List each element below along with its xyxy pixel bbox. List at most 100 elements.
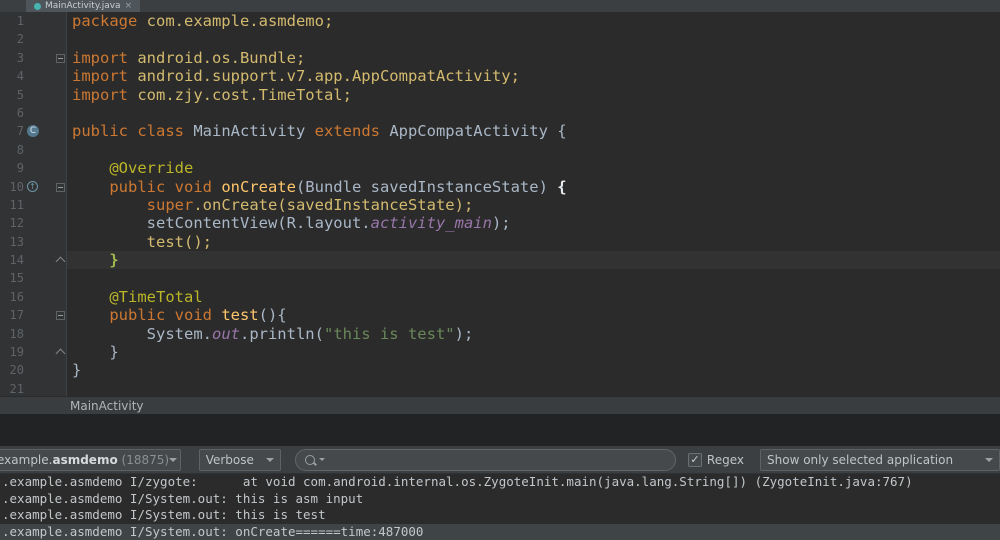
tab-mainactivity-java[interactable]: MainActivity.java ×	[26, 0, 140, 12]
editor-line[interactable]: 15	[0, 269, 1000, 287]
line-number: 11	[0, 196, 24, 214]
code-text: package com.example.asmdemo;	[67, 12, 1000, 30]
editor-line[interactable]: 13 test();	[0, 233, 1000, 251]
editor-tab-bar: MainActivity.java ×	[0, 0, 1000, 12]
editor-line[interactable]: 14 }	[0, 251, 1000, 269]
editor-line[interactable]: 4import android.support.v7.app.AppCompat…	[0, 67, 1000, 85]
editor-gutter[interactable]: 4	[0, 67, 67, 85]
process-filter-dropdown[interactable]: example.asmdemo (18875)	[0, 449, 181, 471]
editor-gutter[interactable]: 10↑	[0, 178, 67, 196]
editor-lines: 1package com.example.asmdemo;23import an…	[0, 12, 1000, 396]
code-text: super.onCreate(savedInstanceState);	[67, 196, 1000, 214]
editor-gutter[interactable]: 15	[0, 269, 67, 287]
code-text: }	[67, 251, 1000, 269]
code-editor[interactable]: 1package com.example.asmdemo;23import an…	[0, 12, 1000, 396]
fold-expand-icon[interactable]	[56, 349, 66, 359]
line-number: 14	[0, 251, 24, 269]
editor-gutter[interactable]: 8	[0, 141, 67, 159]
editor-line[interactable]: 18 System.out.println("this is test");	[0, 325, 1000, 343]
editor-gutter[interactable]: 13	[0, 233, 67, 251]
regex-label: Regex	[707, 453, 744, 467]
editor-line[interactable]: 19 }	[0, 343, 1000, 361]
editor-gutter[interactable]: 14	[0, 251, 67, 269]
editor-line[interactable]: 5import com.zjy.cost.TimeTotal;	[0, 86, 1000, 104]
editor-gutter[interactable]: 11	[0, 196, 67, 214]
editor-line[interactable]: 8	[0, 141, 1000, 159]
editor-gutter[interactable]: 18	[0, 325, 67, 343]
editor-gutter[interactable]: 12	[0, 214, 67, 232]
editor-line[interactable]: 12 setContentView(R.layout.activity_main…	[0, 214, 1000, 232]
line-number: 12	[0, 214, 24, 232]
editor-gutter[interactable]: 5	[0, 86, 67, 104]
search-history-chevron-icon[interactable]	[319, 458, 325, 461]
log-line[interactable]: .example.asmdemo I/System.out: this is t…	[0, 507, 1000, 524]
logcat-toolbar: example.asmdemo (18875) Verbose ✓ Regex …	[0, 446, 1000, 474]
java-class-file-icon	[34, 3, 41, 10]
line-number: 8	[0, 141, 24, 159]
editor-line[interactable]: 6	[0, 104, 1000, 122]
log-line[interactable]: .example.asmdemo I/System.out: this is a…	[0, 491, 1000, 508]
code-text: @TimeTotal	[67, 288, 1000, 306]
editor-gutter[interactable]: 20	[0, 361, 67, 379]
editor-gutter[interactable]: 3	[0, 49, 67, 67]
editor-gutter[interactable]: 21	[0, 380, 67, 396]
code-text: import android.support.v7.app.AppCompatA…	[67, 67, 1000, 85]
logcat-search-field[interactable]	[295, 449, 676, 471]
editor-gutter[interactable]: 7C	[0, 122, 67, 140]
override-method-icon[interactable]: ↑	[27, 181, 38, 192]
code-text: setContentView(R.layout.activity_main);	[67, 214, 1000, 232]
editor-gutter[interactable]: 2	[0, 30, 67, 48]
breadcrumb-item-mainactivity[interactable]: MainActivity	[70, 399, 144, 413]
fold-collapse-icon[interactable]	[56, 54, 65, 63]
fold-expand-icon[interactable]	[56, 257, 66, 267]
log-line[interactable]: .example.asmdemo I/System.out: onCreate=…	[0, 524, 1000, 540]
chevron-down-icon	[266, 458, 274, 462]
log-line[interactable]: .example.asmdemo I/zygote: at void com.a…	[0, 474, 1000, 491]
log-level-dropdown[interactable]: Verbose	[199, 449, 281, 471]
editor-gutter[interactable]: 19	[0, 343, 67, 361]
logcat-output[interactable]: .example.asmdemo I/zygote: at void com.a…	[0, 474, 1000, 540]
line-number: 17	[0, 306, 24, 324]
editor-line[interactable]: 7Cpublic class MainActivity extends AppC…	[0, 122, 1000, 140]
line-number: 19	[0, 343, 24, 361]
tab-title: MainActivity.java	[45, 1, 121, 11]
code-text: public void test(){	[67, 306, 1000, 324]
class-icon[interactable]: C	[27, 125, 39, 137]
editor-line[interactable]: 11 super.onCreate(savedInstanceState);	[0, 196, 1000, 214]
code-text	[67, 104, 1000, 122]
show-only-dropdown[interactable]: Show only selected application	[760, 449, 1000, 471]
editor-line[interactable]: 10↑ public void onCreate(Bundle savedIns…	[0, 178, 1000, 196]
code-text	[67, 269, 1000, 287]
editor-line[interactable]: 20}	[0, 361, 1000, 379]
tab-close-icon[interactable]: ×	[125, 2, 133, 11]
code-text: @Override	[67, 159, 1000, 177]
fold-collapse-icon[interactable]	[56, 183, 65, 192]
editor-line[interactable]: 16 @TimeTotal	[0, 288, 1000, 306]
editor-line[interactable]: 21	[0, 380, 1000, 396]
line-number: 7	[0, 122, 24, 140]
editor-line[interactable]: 1package com.example.asmdemo;	[0, 12, 1000, 30]
code-text	[67, 30, 1000, 48]
checkbox-check-icon[interactable]: ✓	[688, 453, 702, 467]
line-number: 9	[0, 159, 24, 177]
editor-gutter[interactable]: 6	[0, 104, 67, 122]
code-text	[67, 380, 1000, 396]
editor-line[interactable]: 3import android.os.Bundle;	[0, 49, 1000, 67]
editor-line[interactable]: 2	[0, 30, 1000, 48]
editor-line[interactable]: 9 @Override	[0, 159, 1000, 177]
line-number: 2	[0, 30, 24, 48]
search-icon	[305, 455, 315, 465]
breadcrumb-bar: MainActivity	[0, 396, 1000, 414]
line-number: 15	[0, 269, 24, 287]
regex-checkbox[interactable]: ✓ Regex	[688, 453, 744, 467]
editor-gutter[interactable]: 9	[0, 159, 67, 177]
line-number: 20	[0, 361, 24, 379]
fold-collapse-icon[interactable]	[56, 311, 65, 320]
editor-gutter[interactable]: 16	[0, 288, 67, 306]
editor-gutter[interactable]: 1	[0, 12, 67, 30]
line-number: 21	[0, 380, 24, 396]
editor-line[interactable]: 17 public void test(){	[0, 306, 1000, 324]
logcat-search-input[interactable]	[331, 452, 666, 468]
editor-gutter[interactable]: 17	[0, 306, 67, 324]
code-text: System.out.println("this is test");	[67, 325, 1000, 343]
